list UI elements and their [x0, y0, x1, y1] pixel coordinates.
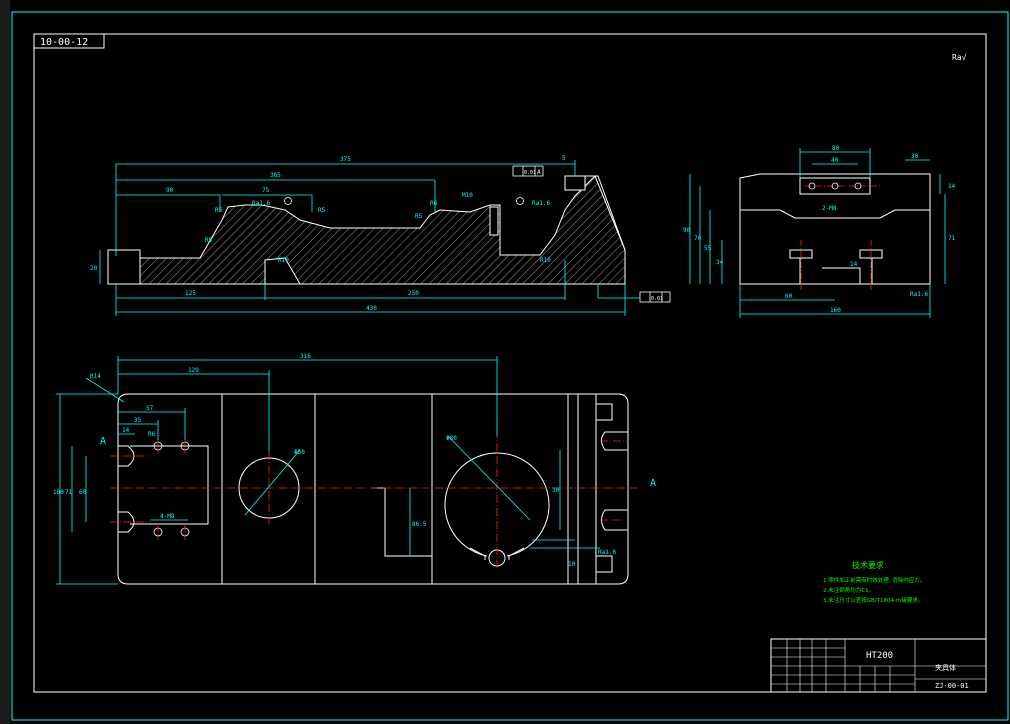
left-frame-strip	[0, 0, 10, 724]
dim-r10: R10	[278, 257, 289, 264]
side-dim-14: 14	[948, 183, 956, 190]
dim-r5-a: R5	[215, 207, 223, 214]
dim-375: 375	[340, 156, 351, 163]
side-dim-80: 80	[832, 145, 840, 152]
roughness-mark-text: Ra√	[952, 53, 967, 62]
dim-r5-c: R5	[415, 213, 423, 220]
side-dim-34: 34	[716, 259, 724, 266]
side-roughness: Ra1.6	[910, 291, 928, 298]
notes-title: 技术要求	[852, 560, 884, 570]
top-dim-129: 129	[188, 367, 199, 374]
top-dim-14: 14	[122, 427, 130, 434]
top-dim-180: 180	[53, 489, 64, 496]
code-box-text: 10-00-12	[40, 37, 88, 48]
notes-line-2: 2.未注倒角均为C1。	[823, 586, 874, 594]
dim-250: 250	[408, 290, 419, 297]
section-marker-a-right: A	[650, 478, 656, 489]
front-view-top-notch	[564, 175, 586, 191]
top-dim-71: 71	[65, 489, 73, 496]
dim-r5-b: R5	[318, 207, 326, 214]
side-dim-60: 60	[785, 293, 793, 300]
roughness-ra-a: Ra1.6	[252, 200, 270, 207]
notes-line-1: 1.零件加工前需有时效处理, 消除内应力。	[823, 576, 925, 584]
tolerance-top-value: 0.01	[524, 170, 536, 176]
section-marker-a-left: A	[100, 436, 106, 447]
side-dim-160: 160	[830, 307, 841, 314]
top-dim-phi80: Φ80	[446, 435, 457, 442]
side-dim-14-b: 14	[850, 261, 858, 268]
roughness-mark-top-right: Ra√	[952, 53, 967, 62]
title-block-drawing-no: ZJ-00-01	[935, 682, 969, 690]
dim-m10: M10	[462, 192, 473, 199]
side-hole-label: 2-M8	[822, 205, 837, 212]
dim-r6: R6	[430, 200, 438, 207]
dim-90: 90	[166, 187, 174, 194]
dim-r10-b: R10	[540, 257, 551, 264]
side-dim-90: 90	[683, 227, 691, 234]
top-dim-57: 57	[146, 405, 154, 412]
top-dim-r14: R14	[90, 373, 101, 380]
canvas-background	[0, 0, 1010, 724]
top-dim-30: 30	[552, 487, 560, 494]
dim-125: 125	[185, 290, 196, 297]
top-dim-r6: R6	[148, 431, 156, 438]
dim-r5-d: R5	[205, 237, 213, 244]
tolerance-bottom-value: 0.01	[651, 296, 663, 302]
dim-75: 75	[262, 187, 270, 194]
top-dim-phi50: Φ50	[294, 449, 305, 456]
side-dim-55: 55	[704, 245, 712, 252]
front-view-bore	[489, 206, 499, 236]
side-dim-30: 30	[911, 153, 919, 160]
top-dim-60: 60	[79, 489, 87, 496]
dim-385: 385	[270, 172, 281, 179]
top-dim-86: 86.5	[412, 521, 427, 528]
title-block-part-name: 夹具体	[935, 663, 956, 672]
roughness-ra-b: Ra1.6	[532, 200, 550, 207]
notes-line-3: 3.未注尺寸公差按GB/T1804-m级要求。	[823, 596, 923, 604]
dim-5: 5	[562, 155, 566, 162]
side-dim-70: 70	[694, 235, 702, 242]
top-dim-316: 316	[300, 353, 311, 360]
tolerance-top-datum: A	[537, 169, 541, 176]
side-dim-71: 71	[948, 235, 956, 242]
top-dim-10: 10	[568, 561, 576, 568]
dim-430: 430	[366, 305, 377, 312]
top-hole-label: 4-M8	[160, 513, 175, 520]
title-block-material: HT200	[866, 651, 893, 661]
cad-drawing: 10-00-12 Ra√ 375 385 90 75 125 250 430 2…	[0, 0, 1010, 724]
top-dim-35: 35	[134, 417, 142, 424]
side-dim-40: 40	[831, 157, 839, 164]
top-roughness: Ra1.6	[598, 549, 616, 556]
dim-20: 20	[90, 265, 98, 272]
